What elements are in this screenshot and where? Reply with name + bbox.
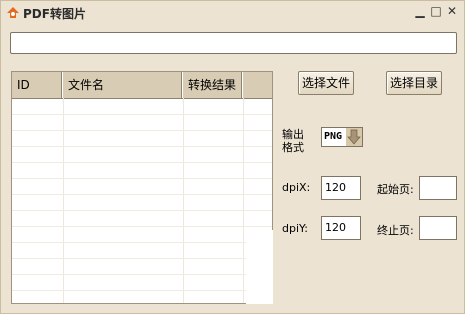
dpiy-label: dpiY:	[282, 222, 308, 235]
row-divider	[12, 146, 272, 147]
chevron-down-icon[interactable]	[346, 128, 362, 146]
row-divider	[12, 194, 272, 195]
column-header-filename[interactable]: 文件名	[63, 72, 183, 98]
column-header-extra[interactable]	[243, 72, 272, 98]
column-divider	[183, 98, 184, 303]
path-input[interactable]	[10, 32, 457, 54]
column-header-id[interactable]: ID	[12, 72, 63, 98]
column-divider	[243, 98, 244, 303]
row-divider	[12, 290, 272, 291]
window-title: PDF转图片	[23, 7, 86, 21]
start-page-input[interactable]	[419, 176, 457, 200]
end-page-label: 终止页:	[377, 224, 414, 237]
maximize-icon[interactable]: □	[429, 4, 443, 18]
close-icon[interactable]: ✕	[445, 4, 459, 18]
table-header: ID 文件名 转换结果	[12, 72, 272, 99]
row-divider	[12, 242, 272, 243]
end-page-input[interactable]	[419, 216, 457, 240]
column-header-result[interactable]: 转换结果	[183, 72, 243, 98]
format-select[interactable]: PNG	[321, 127, 363, 147]
column-divider	[63, 98, 64, 303]
row-divider	[12, 274, 272, 275]
dpix-input[interactable]: 120	[321, 176, 361, 200]
app-window: PDF转图片 ▁ □ ✕ ID 文件名 转换结果 选择文件 选择目录 输出格式 …	[0, 0, 465, 314]
row-divider	[12, 178, 272, 179]
select-directory-button[interactable]: 选择目录	[386, 71, 442, 95]
row-divider	[12, 114, 272, 115]
row-divider	[12, 210, 272, 211]
title-bar: PDF转图片 ▁ □ ✕	[1, 1, 464, 23]
row-divider	[12, 130, 272, 131]
start-page-label: 起始页:	[377, 183, 414, 196]
dpiy-input[interactable]: 120	[321, 216, 361, 240]
dpix-label: dpiX:	[282, 181, 311, 194]
select-file-button[interactable]: 选择文件	[298, 71, 354, 95]
app-icon	[7, 7, 19, 18]
format-value: PNG	[324, 131, 343, 142]
file-table[interactable]: ID 文件名 转换结果	[11, 71, 273, 304]
row-divider	[12, 258, 272, 259]
blank-panel	[246, 230, 273, 304]
minimize-icon[interactable]: ▁	[413, 4, 427, 18]
row-divider	[12, 162, 272, 163]
output-format-label: 输出格式	[282, 128, 304, 154]
row-divider	[12, 226, 272, 227]
